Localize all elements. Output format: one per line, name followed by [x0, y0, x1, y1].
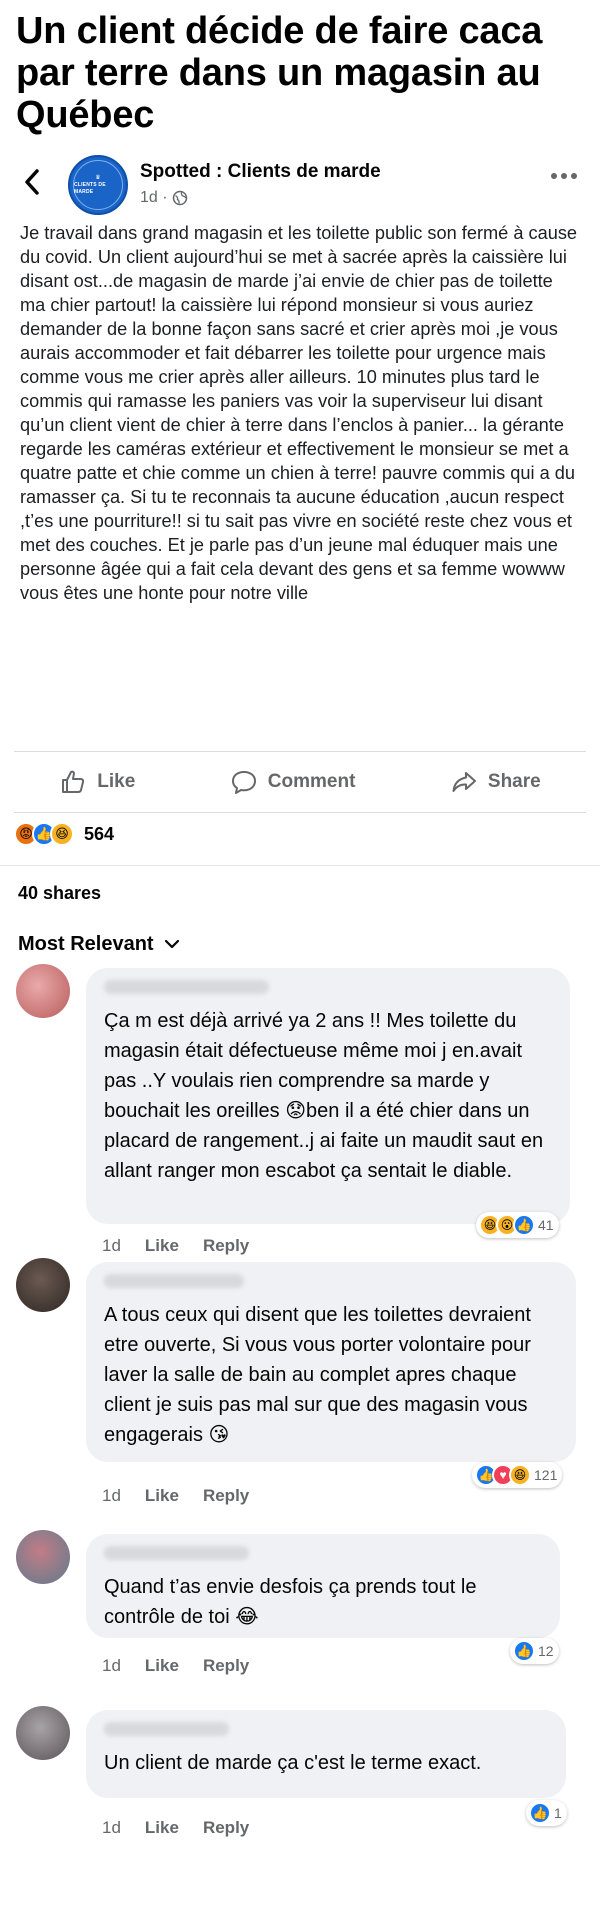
comment-reactions[interactable]: 👍 12 — [510, 1638, 559, 1664]
comment-reactions[interactable]: 😆 😮 👍 41 — [476, 1212, 559, 1238]
comment-actions: 1d Like Reply — [102, 1486, 249, 1506]
like-reaction-icon: 👍 — [513, 1214, 535, 1236]
chevron-down-icon — [164, 939, 179, 949]
like-label: Like — [97, 771, 136, 792]
reaction-count: 564 — [84, 823, 115, 844]
back-arrow-icon[interactable] — [20, 167, 44, 197]
post-action-bar: Like Comment Share — [0, 752, 600, 812]
commenter-avatar[interactable] — [16, 1706, 70, 1760]
thumbs-up-icon — [62, 770, 85, 793]
avatar-logo-text: CLIENTS DE MARDE — [74, 181, 106, 195]
commenter-avatar[interactable] — [16, 1530, 70, 1584]
shares-count[interactable]: 40 shares — [0, 866, 600, 920]
like-button[interactable]: Like — [59, 768, 135, 796]
comment-bubble-icon — [231, 771, 256, 794]
comment-bubble: Ça m est déjà arrivé ya 2 ans !! Mes toi… — [86, 968, 570, 1224]
comment-bubble: Un client de marde ça c'est le terme exa… — [86, 1710, 566, 1798]
like-reaction-icon: 👍 — [513, 1640, 535, 1662]
comment-reaction-count: 121 — [534, 1467, 558, 1483]
comment-text: A tous ceux qui disent que les toilettes… — [104, 1304, 531, 1446]
comment-button[interactable]: Comment — [230, 768, 356, 796]
comment-reactions[interactable]: 👍 1 — [526, 1800, 567, 1826]
comment-reply-button[interactable]: Reply — [203, 1486, 249, 1506]
comment-time[interactable]: 1d — [102, 1818, 121, 1838]
commenter-name[interactable] — [104, 980, 269, 994]
share-button[interactable]: Share — [450, 768, 541, 796]
comment-reaction-count: 1 — [554, 1805, 562, 1821]
share-arrow-icon — [452, 772, 476, 792]
comment-reaction-count: 12 — [538, 1643, 554, 1659]
comment-like-button[interactable]: Like — [145, 1486, 179, 1506]
commenter-name[interactable] — [104, 1722, 229, 1736]
globe-icon — [172, 190, 187, 206]
post-header: ♛ CLIENTS DE MARDE Spotted : Clients de … — [0, 155, 600, 221]
comment-bubble: A tous ceux qui disent que les toilettes… — [86, 1262, 576, 1462]
commenter-name[interactable] — [104, 1546, 249, 1560]
comment-sort-dropdown[interactable]: Most Relevant — [0, 920, 600, 968]
page-avatar[interactable]: ♛ CLIENTS DE MARDE — [68, 155, 128, 215]
comment-reactions[interactable]: 👍 ♥ 😆 121 — [472, 1462, 563, 1488]
haha-reaction-icon: 😆 — [509, 1464, 531, 1486]
comment-like-button[interactable]: Like — [145, 1818, 179, 1838]
comment-time[interactable]: 1d — [102, 1656, 121, 1676]
comment-like-button[interactable]: Like — [145, 1236, 179, 1256]
post-time[interactable]: 1d · — [140, 189, 168, 207]
post-reactions-summary[interactable]: 😡 👍 😆 564 — [0, 813, 600, 855]
more-options-icon[interactable] — [550, 171, 578, 181]
share-label: Share — [487, 771, 541, 792]
article-headline: Un client décide de faire caca par terre… — [16, 10, 543, 136]
page-name[interactable]: Spotted : Clients de marde — [140, 161, 381, 183]
reaction-icons: 😡 👍 😆 — [14, 822, 74, 846]
comment-text: Un client de marde ça c'est le terme exa… — [104, 1752, 482, 1774]
commenter-name[interactable] — [104, 1274, 244, 1288]
comment-actions: 1d Like Reply — [102, 1656, 249, 1676]
crown-icon: ♛ — [95, 174, 101, 181]
comment-text: Quand t’as envie desfois ça prends tout … — [104, 1576, 477, 1628]
commenter-avatar[interactable] — [16, 1258, 70, 1312]
comment-time[interactable]: 1d — [102, 1236, 121, 1256]
comment-bubble: Quand t’as envie desfois ça prends tout … — [86, 1534, 560, 1638]
comment-actions: 1d Like Reply — [102, 1818, 249, 1838]
comment-reply-button[interactable]: Reply — [203, 1236, 249, 1256]
post-meta: 1d · — [140, 189, 188, 207]
comment-reply-button[interactable]: Reply — [203, 1818, 249, 1838]
sort-label: Most Relevant — [18, 932, 154, 955]
comment-reply-button[interactable]: Reply — [203, 1656, 249, 1676]
haha-reaction-icon: 😆 — [50, 822, 74, 846]
commenter-avatar[interactable] — [16, 964, 70, 1018]
comment-text: Ça m est déjà arrivé ya 2 ans !! Mes toi… — [104, 1010, 544, 1182]
post-body-text: Je travail dans grand magasin et les toi… — [20, 223, 578, 603]
comment-time[interactable]: 1d — [102, 1486, 121, 1506]
comment-actions: 1d Like Reply — [102, 1236, 249, 1256]
comment-like-button[interactable]: Like — [145, 1656, 179, 1676]
like-reaction-icon: 👍 — [529, 1802, 551, 1824]
comment-reaction-count: 41 — [538, 1217, 554, 1233]
comment-label: Comment — [267, 771, 356, 792]
